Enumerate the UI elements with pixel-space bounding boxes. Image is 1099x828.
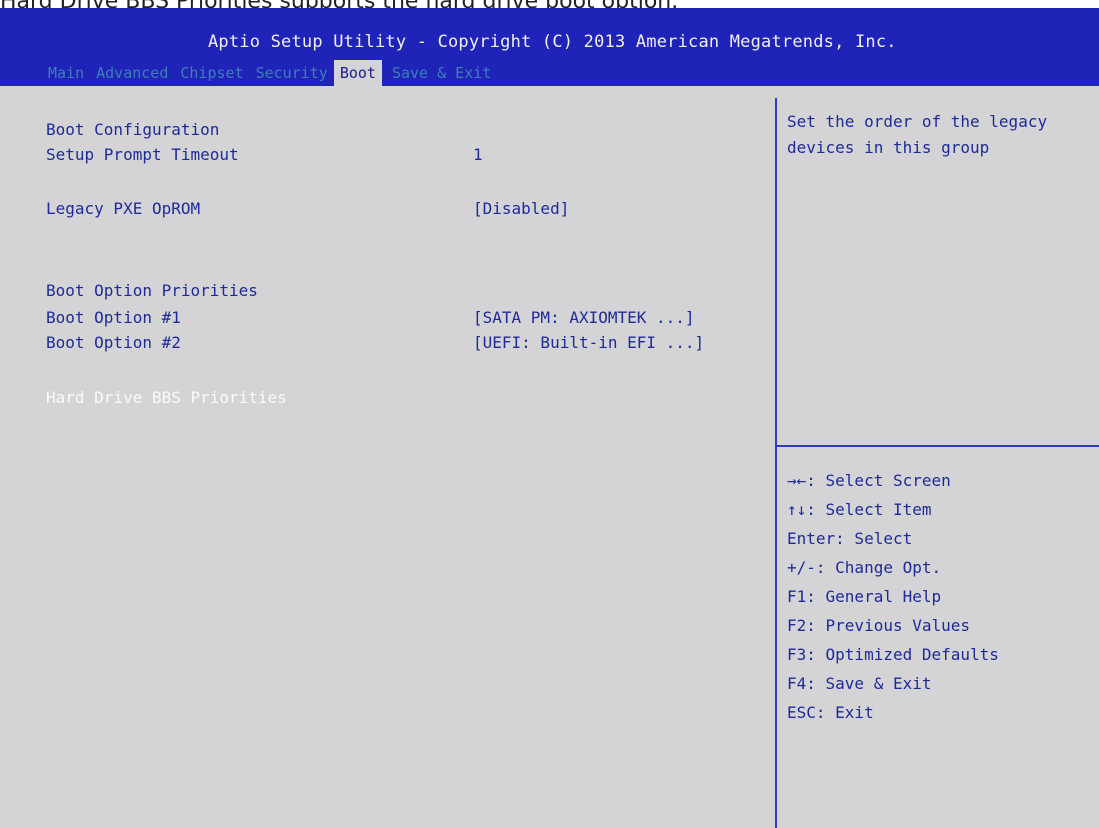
hard-drive-bbs-priorities-item[interactable]: Hard Drive BBS Priorities bbox=[46, 388, 287, 407]
key-enter-select: Enter: Select bbox=[787, 529, 913, 548]
legacy-pxe-oprom-label[interactable]: Legacy PXE OpROM bbox=[46, 199, 200, 218]
panel-divider-horizontal bbox=[777, 445, 1099, 447]
key-optimized-defaults: F3: Optimized Defaults bbox=[787, 645, 999, 664]
help-text-line-1: Set the order of the legacy bbox=[787, 112, 1048, 131]
section-boot-configuration: Boot Configuration bbox=[46, 120, 220, 139]
boot-option-2-value[interactable]: [UEFI: Built-in EFI ...] bbox=[473, 333, 704, 352]
key-esc-exit: ESC: Exit bbox=[787, 703, 874, 722]
key-save-exit: F4: Save & Exit bbox=[787, 674, 932, 693]
legacy-pxe-oprom-value[interactable]: [Disabled] bbox=[473, 199, 569, 218]
help-text-line-2: devices in this group bbox=[787, 138, 990, 157]
bios-screen: Aptio Setup Utility - Copyright (C) 2013… bbox=[0, 8, 1099, 828]
boot-option-1-label[interactable]: Boot Option #1 bbox=[46, 308, 181, 327]
key-select-item: ↑↓: Select Item bbox=[787, 500, 932, 519]
bios-title: Aptio Setup Utility - Copyright (C) 2013… bbox=[208, 32, 897, 52]
boot-option-2-label[interactable]: Boot Option #2 bbox=[46, 333, 181, 352]
panel-divider-vertical bbox=[775, 98, 777, 828]
tab-chipset[interactable]: Chipset bbox=[174, 60, 249, 86]
header-bar: Aptio Setup Utility - Copyright (C) 2013… bbox=[0, 8, 1099, 86]
tab-boot[interactable]: Boot bbox=[333, 60, 382, 86]
caption-text: Hard Drive BBS Priorities supports the h… bbox=[0, 0, 1099, 8]
key-select-screen: →←: Select Screen bbox=[787, 471, 951, 490]
tab-advanced[interactable]: Advanced bbox=[90, 60, 174, 86]
boot-option-1-value[interactable]: [SATA PM: AXIOMTEK ...] bbox=[473, 308, 695, 327]
tab-security[interactable]: Security bbox=[250, 60, 334, 86]
menu-tabs: Main Advanced Chipset Security Boot Save… bbox=[42, 60, 498, 86]
key-general-help: F1: General Help bbox=[787, 587, 942, 606]
tab-save-exit[interactable]: Save & Exit bbox=[385, 60, 498, 86]
key-change-opt: +/-: Change Opt. bbox=[787, 558, 942, 577]
setup-prompt-timeout-label[interactable]: Setup Prompt Timeout bbox=[46, 145, 239, 164]
key-previous-values: F2: Previous Values bbox=[787, 616, 971, 635]
section-boot-option-priorities: Boot Option Priorities bbox=[46, 281, 258, 300]
key-legend: →←: Select Screen ↑↓: Select Item Enter:… bbox=[787, 466, 999, 727]
setup-prompt-timeout-value[interactable]: 1 bbox=[473, 145, 483, 164]
tab-main[interactable]: Main bbox=[42, 60, 90, 86]
